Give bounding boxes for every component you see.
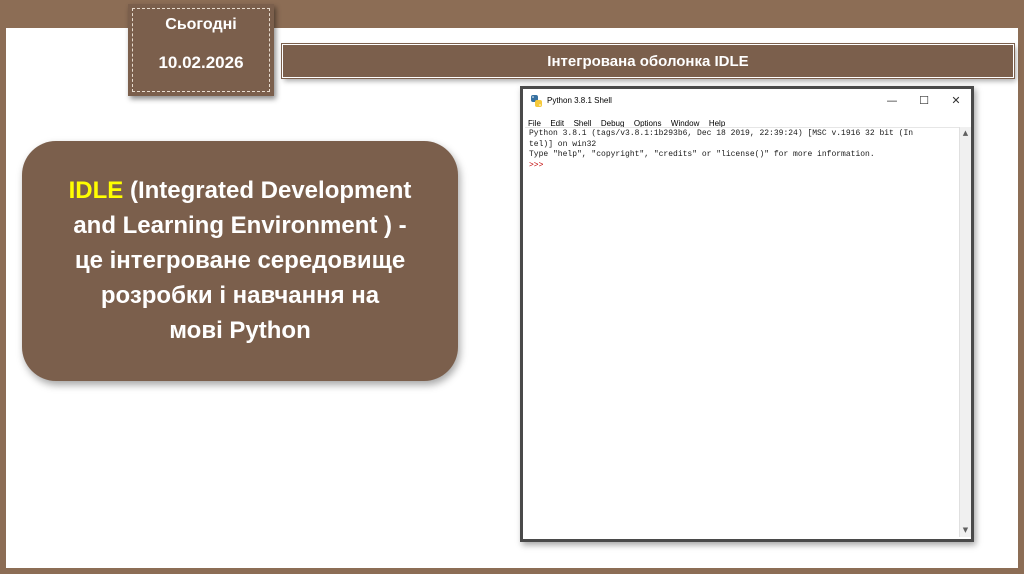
definition-text: IDLE (Integrated Development and Learnin… [34,173,446,348]
shell-line-1: Python 3.8.1 (tags/v3.8.1:1b293b6, Dec 1… [529,129,914,138]
slide-title-bar: Інтегрована оболонка IDLE [281,43,1015,79]
menubar: File Edit Shell Debug Options Window Hel… [523,113,971,128]
window-title: Python 3.8.1 Shell [547,96,612,105]
definition-box: IDLE (Integrated Development and Learnin… [22,141,458,381]
maximize-button[interactable]: ☐ [911,92,937,110]
scroll-up-icon[interactable]: ▲ [960,128,971,139]
close-button[interactable]: ✕ [943,92,969,110]
shell-line-2: tel)] on win32 [529,139,597,149]
date-badge: Сьогодні 10.02.2026 [128,4,274,96]
scroll-down-icon[interactable]: ▼ [960,525,971,536]
idle-shell-window[interactable]: Python 3.8.1 Shell — ☐ ✕ File Edit Shell… [520,86,974,542]
definition-term: IDLE [68,177,124,204]
shell-prompt: >>> [529,160,544,170]
definition-line-2: and Learning Environment ) - [73,212,407,239]
definition-line-4: розробки і навчання на [100,282,380,309]
shell-text-area[interactable]: Python 3.8.1 (tags/v3.8.1:1b293b6, Dec 1… [525,127,959,537]
minimize-button[interactable]: — [879,92,905,110]
slide-title: Інтегрована оболонка IDLE [547,53,749,70]
vertical-scrollbar[interactable]: ▲ ▼ [959,127,971,537]
definition-line-1: (Integrated Development [123,177,412,204]
date-label: Сьогодні [165,16,237,33]
date-value: 10.02.2026 [158,53,244,72]
python-icon [531,95,542,107]
definition-line-5: мові Python [169,317,311,344]
definition-line-3: це інтегроване середовище [74,247,406,274]
window-titlebar[interactable]: Python 3.8.1 Shell — ☐ ✕ [523,89,971,113]
shell-line-3: Type "help", "copyright", "credits" or "… [529,150,875,159]
